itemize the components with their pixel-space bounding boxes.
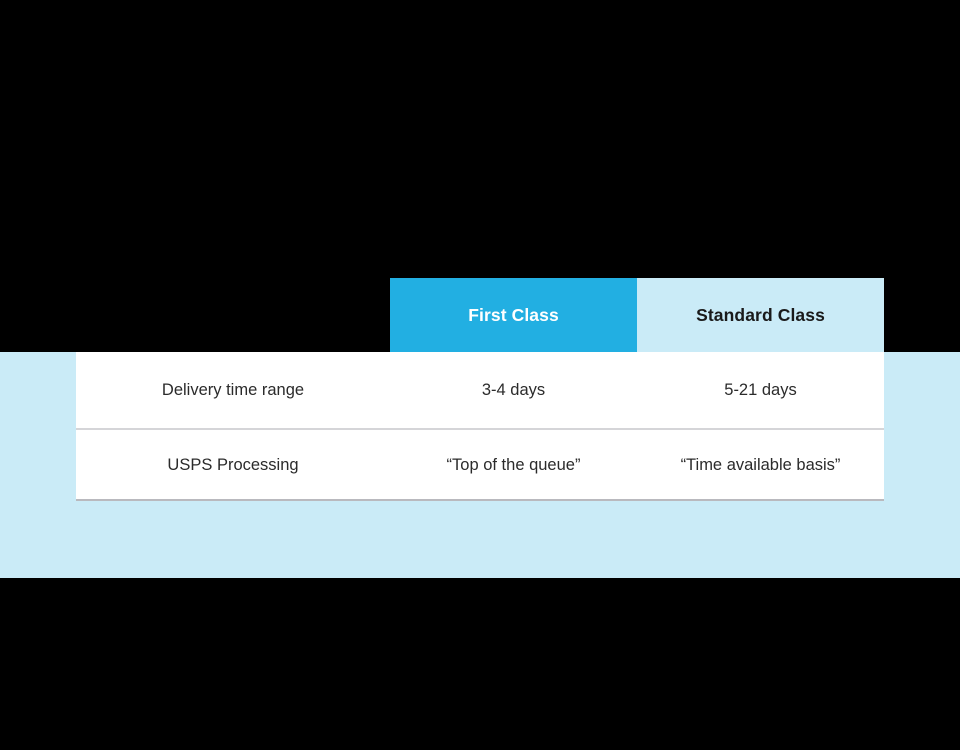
column-header-standard-class-label: Standard Class [696, 304, 825, 325]
comparison-table-body: Delivery time range 3-4 days 5-21 days U… [76, 352, 884, 501]
row-label-delivery-time-range: Delivery time range [161, 380, 305, 399]
cell-usps-processing-standard-class: “Time available basis” [680, 456, 841, 474]
table-row: Delivery time range 3-4 days 5-21 days [76, 352, 884, 428]
cell-delivery-time-range-first-class: 3-4 days [481, 380, 546, 399]
table-row: USPS Processing “Top of the queue” “Time… [76, 428, 884, 501]
cell-usps-processing-first-class: “Top of the queue” [446, 456, 581, 474]
cell-delivery-time-range-standard-class: 5-21 days [724, 380, 797, 399]
screenshot-canvas: First Class Standard Class Delivery time… [0, 0, 960, 750]
row-label-usps-processing: USPS Processing [167, 456, 299, 474]
comparison-table-header: First Class Standard Class [390, 278, 884, 352]
column-header-first-class[interactable]: First Class [390, 278, 637, 352]
column-header-standard-class[interactable]: Standard Class [637, 278, 884, 352]
column-header-first-class-label: First Class [468, 304, 559, 325]
